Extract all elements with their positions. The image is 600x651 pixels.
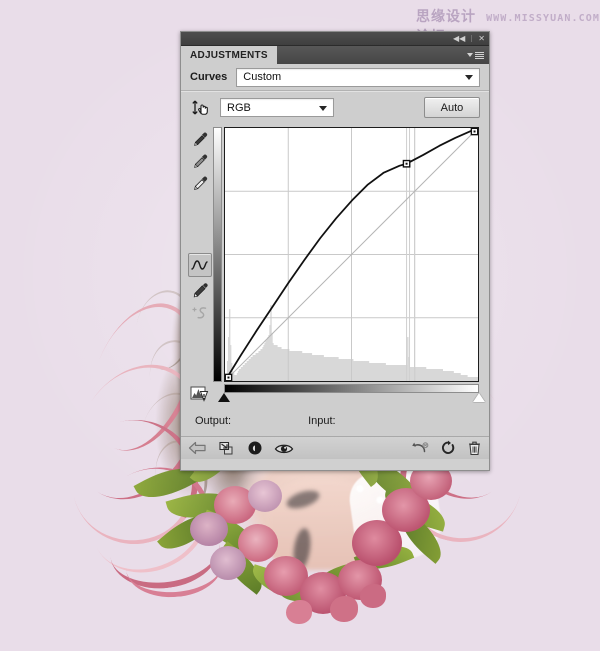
pencil-draw-curve-icon[interactable] bbox=[189, 280, 211, 302]
white-point-eyedropper-icon[interactable] bbox=[189, 173, 211, 195]
curves-graph-area bbox=[213, 127, 485, 406]
curves-label: Curves bbox=[190, 71, 228, 83]
clip-to-layer-icon[interactable] bbox=[218, 441, 236, 456]
collapse-icon[interactable]: ◀◀ bbox=[453, 34, 465, 43]
black-point-eyedropper-icon[interactable] bbox=[189, 129, 211, 151]
output-gradient-strip bbox=[213, 127, 222, 382]
curves-toolbar bbox=[186, 127, 213, 406]
channel-row: RGB Auto bbox=[181, 92, 489, 123]
input-gradient-strip bbox=[224, 384, 479, 393]
channel-dropdown-value: RGB bbox=[227, 101, 251, 114]
edit-curve-points-icon[interactable] bbox=[187, 253, 212, 277]
on-image-adjust-icon[interactable] bbox=[190, 98, 212, 118]
black-point-slider[interactable] bbox=[218, 393, 230, 402]
panel-menu-icon[interactable] bbox=[467, 51, 484, 59]
chevron-down-icon bbox=[319, 105, 327, 111]
return-to-adjustment-list-icon[interactable] bbox=[188, 441, 207, 455]
view-previous-state-icon[interactable] bbox=[411, 441, 429, 456]
preset-dropdown[interactable]: Custom bbox=[236, 67, 480, 87]
reset-adjustment-icon[interactable] bbox=[440, 440, 456, 456]
io-readout-row: Output: Input: bbox=[181, 406, 489, 436]
curves-display-options-icon[interactable] bbox=[189, 382, 211, 404]
tab-adjustments[interactable]: ADJUSTMENTS bbox=[181, 46, 277, 64]
close-icon[interactable]: ✕ bbox=[478, 34, 485, 43]
auto-button-label: Auto bbox=[440, 101, 464, 114]
panel-tabrow: ADJUSTMENTS bbox=[181, 46, 489, 64]
panel-titlebar: ◀◀ ✕ bbox=[181, 32, 489, 46]
white-point-slider[interactable] bbox=[473, 393, 485, 402]
preset-row: Curves Custom bbox=[181, 64, 489, 90]
panel-footer bbox=[181, 436, 489, 459]
gray-point-eyedropper-icon[interactable] bbox=[189, 151, 211, 173]
toggle-layer-visibility-mask-icon[interactable] bbox=[247, 440, 263, 456]
titlebar-divider bbox=[471, 35, 473, 42]
curves-body bbox=[181, 123, 489, 406]
tabrow-filler bbox=[276, 46, 489, 64]
input-gradient-row bbox=[213, 384, 480, 393]
curves-sliders bbox=[218, 393, 485, 405]
channel-dropdown[interactable]: RGB bbox=[220, 98, 334, 117]
panel-menu-caret bbox=[467, 53, 473, 57]
preview-eye-icon[interactable] bbox=[274, 442, 294, 455]
smooth-curve-icon bbox=[189, 302, 211, 324]
delete-adjustment-icon[interactable] bbox=[467, 440, 482, 456]
curves-plot[interactable] bbox=[224, 127, 479, 382]
tab-adjustments-label: ADJUSTMENTS bbox=[190, 49, 268, 61]
curves-graph-row bbox=[213, 127, 480, 382]
panel-menu-bars bbox=[475, 51, 484, 59]
chevron-down-icon bbox=[465, 75, 473, 80]
adjustments-panel: ◀◀ ✕ ADJUSTMENTS Curves Custom RGB Auto … bbox=[180, 31, 490, 471]
watermark-url-text: WWW.MISSYUAN.COM bbox=[486, 13, 600, 24]
preset-dropdown-value: Custom bbox=[243, 71, 282, 83]
auto-button[interactable]: Auto bbox=[424, 97, 480, 118]
curves-plot-svg[interactable] bbox=[225, 128, 478, 381]
output-label: Output: bbox=[195, 415, 232, 427]
input-label: Input: bbox=[308, 415, 336, 427]
